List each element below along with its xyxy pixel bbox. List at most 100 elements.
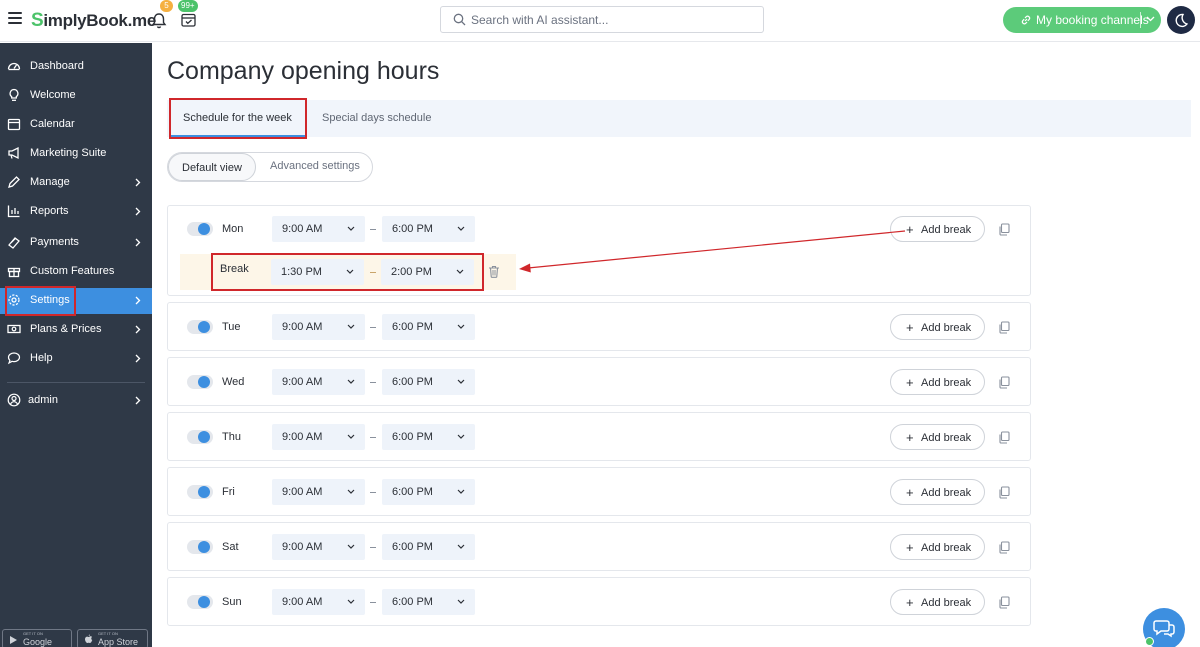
toggle-knob [198, 486, 210, 498]
toggle-knob [198, 541, 210, 553]
google-play-badge[interactable]: GET IT ON Google Play [2, 629, 72, 647]
day-toggle-sun[interactable] [187, 595, 213, 609]
hamburger-menu-icon[interactable] [8, 12, 22, 26]
copy-icon[interactable] [998, 431, 1010, 444]
sidebar-item-admin[interactable]: admin [0, 388, 152, 414]
copy-icon[interactable] [998, 321, 1010, 334]
copy-icon[interactable] [998, 596, 1010, 609]
day-toggle-thu[interactable] [187, 430, 213, 444]
end-time-select[interactable]: 6:00 PM [382, 424, 475, 450]
start-time-select[interactable]: 9:00 AM [272, 314, 365, 340]
search-input[interactable] [471, 11, 751, 29]
add-break-button[interactable]: + Add break [890, 424, 985, 450]
add-break-button[interactable]: + Add break [890, 314, 985, 340]
chevron-down-icon [457, 544, 465, 549]
chart-icon [7, 205, 20, 218]
sidebar-item-label: Custom Features [30, 265, 115, 277]
end-time-select[interactable]: 6:00 PM [382, 314, 475, 340]
plus-icon: + [906, 375, 914, 390]
payments-icon [8, 237, 20, 249]
chevron-down-icon [457, 379, 465, 384]
add-break-button[interactable]: + Add break [890, 534, 985, 560]
bell-icon[interactable] [151, 12, 167, 29]
megaphone-icon [8, 146, 19, 160]
end-time-select[interactable]: 6:00 PM [382, 216, 475, 242]
chevron-right-icon [135, 396, 141, 405]
add-break-label: Add break [921, 377, 972, 389]
chevron-down-icon [457, 489, 465, 494]
sidebar-item-manage[interactable]: Manage [0, 170, 152, 196]
chat-bubble-icon [7, 352, 21, 365]
chevron-down-icon [347, 379, 355, 384]
copy-icon[interactable] [998, 486, 1010, 499]
annotation-arrow [519, 230, 906, 273]
start-time-select[interactable]: 9:00 AM [272, 424, 365, 450]
chevron-down-icon[interactable] [1146, 16, 1155, 22]
default-view-button[interactable]: Default view [168, 153, 256, 181]
add-break-button[interactable]: + Add break [890, 369, 985, 395]
bookings-calendar-icon[interactable] [181, 12, 196, 27]
chevron-right-icon [135, 354, 141, 363]
sidebar-item-label: Payments [30, 236, 79, 248]
start-time-select[interactable]: 9:00 AM [272, 479, 365, 505]
end-time-select[interactable]: 6:00 PM [382, 534, 475, 560]
end-time-select[interactable]: 6:00 PM [382, 369, 475, 395]
sidebar-item-marketing-suite[interactable]: Marketing Suite [0, 141, 152, 167]
sidebar-item-custom-features[interactable]: Custom Features [0, 259, 152, 285]
start-time-value: 9:00 AM [282, 486, 323, 498]
day-toggle-wed[interactable] [187, 375, 213, 389]
sidebar-item-payments[interactable]: Payments [0, 230, 152, 256]
chevron-down-icon [347, 434, 355, 439]
day-toggle-tue[interactable] [187, 320, 213, 334]
sidebar-item-dashboard[interactable]: Dashboard [0, 54, 152, 80]
start-time-value: 9:00 AM [282, 321, 323, 333]
sidebar-item-label: Marketing Suite [30, 147, 107, 159]
pencil-icon [8, 176, 20, 188]
chevron-down-icon [347, 226, 355, 231]
tab-special-days[interactable]: Special days schedule [322, 112, 431, 124]
start-time-value: 9:00 AM [282, 223, 323, 235]
copy-icon[interactable] [998, 376, 1010, 389]
sidebar-item-reports[interactable]: Reports [0, 199, 152, 225]
sidebar-item-help[interactable]: Help [0, 346, 152, 372]
logo[interactable]: SimplyBook.me [31, 10, 156, 32]
end-time-value: 6:00 PM [392, 486, 433, 498]
theme-toggle-button[interactable] [1167, 6, 1195, 34]
end-time-value: 6:00 PM [392, 596, 433, 608]
start-time-select[interactable]: 9:00 AM [272, 589, 365, 615]
copy-icon[interactable] [998, 541, 1010, 554]
search-box[interactable] [440, 6, 764, 33]
day-toggle-fri[interactable] [187, 485, 213, 499]
start-time-select[interactable]: 9:00 AM [272, 534, 365, 560]
start-time-select[interactable]: 9:00 AM [272, 216, 365, 242]
sidebar-item-welcome[interactable]: Welcome [0, 83, 152, 109]
trash-icon[interactable] [488, 265, 500, 278]
booking-channels-button[interactable]: My booking channels [1003, 7, 1161, 33]
play-icon [10, 636, 17, 644]
tabs-bar [167, 100, 1191, 137]
add-break-button[interactable]: + Add break [890, 589, 985, 615]
start-time-select[interactable]: 9:00 AM [272, 369, 365, 395]
add-break-button[interactable]: + Add break [890, 479, 985, 505]
toggle-knob [198, 321, 210, 333]
sidebar-item-plans-prices[interactable]: Plans & Prices [0, 317, 152, 343]
end-time-select[interactable]: 6:00 PM [382, 479, 475, 505]
add-break-label: Add break [921, 224, 972, 236]
advanced-settings-button[interactable]: Advanced settings [270, 160, 360, 172]
sidebar-item-calendar[interactable]: Calendar [0, 112, 152, 138]
logo-s: S [31, 10, 44, 31]
plus-icon: + [906, 485, 914, 500]
add-break-label: Add break [921, 322, 972, 334]
copy-icon[interactable] [998, 223, 1010, 236]
highlight-week-tab [169, 98, 307, 139]
sidebar-item-label: Welcome [30, 89, 76, 101]
end-time-select[interactable]: 6:00 PM [382, 589, 475, 615]
time-range-dash [370, 229, 376, 230]
link-icon [1021, 15, 1031, 25]
day-toggle-mon[interactable] [187, 222, 213, 236]
day-toggle-sat[interactable] [187, 540, 213, 554]
sidebar-item-label: Calendar [30, 118, 75, 130]
time-range-dash [370, 602, 376, 603]
app-store-small: GET IT ON [98, 631, 118, 636]
app-store-badge[interactable]: GET IT ON App Store [77, 629, 148, 647]
